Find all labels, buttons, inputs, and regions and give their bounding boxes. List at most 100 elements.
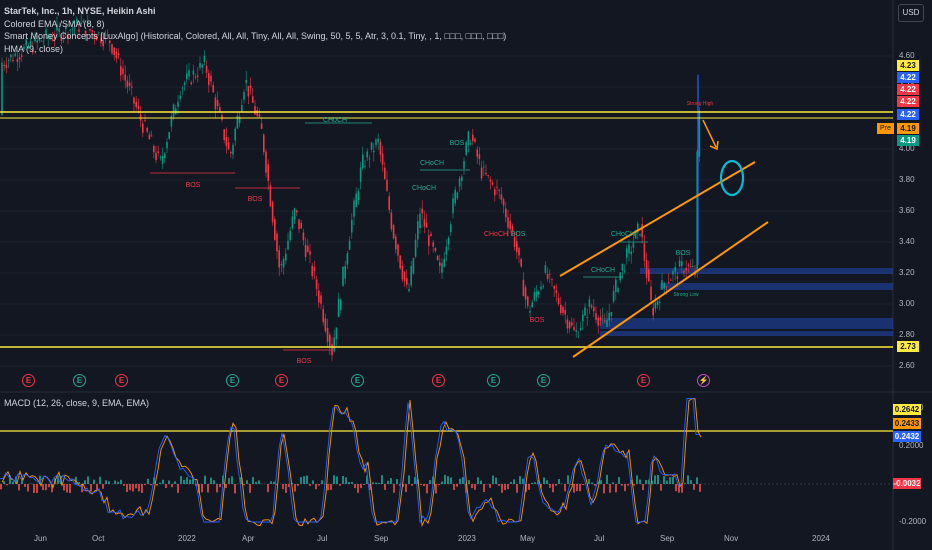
- macd-histogram-bar: [135, 484, 137, 489]
- price-badge: 4.19: [897, 123, 919, 134]
- earnings-icon[interactable]: E: [73, 374, 86, 387]
- macd-histogram-bar: [669, 477, 671, 484]
- candle-body: [148, 134, 151, 140]
- macd-histogram-bar: [531, 482, 533, 484]
- macd-histogram-bar: [117, 481, 119, 484]
- macd-histogram-bar: [186, 477, 188, 484]
- candle-body: [617, 288, 619, 293]
- candle-body: [397, 244, 399, 256]
- symbol-title[interactable]: StarTek, Inc., 1h, NYSE, Heikin Ashi: [4, 5, 506, 18]
- candle-body: [491, 182, 494, 185]
- macd-histogram-bar: [162, 479, 164, 484]
- macd-histogram-bar: [672, 477, 674, 484]
- macd-histogram-bar: [690, 480, 692, 484]
- candle-body: [249, 85, 252, 88]
- candle-body: [520, 259, 522, 267]
- candle-body: [278, 250, 280, 268]
- candle-body: [595, 313, 597, 321]
- candle-body: [667, 282, 670, 283]
- candle-body: [665, 286, 668, 288]
- candle-body: [320, 295, 322, 304]
- earnings-icon[interactable]: E: [432, 374, 445, 387]
- order-block: [640, 268, 893, 274]
- candle-body: [480, 167, 483, 179]
- macd-histogram-bar: [639, 479, 641, 484]
- smc-label: BOS: [530, 317, 545, 324]
- currency-button[interactable]: USD: [898, 4, 924, 22]
- chart-canvas[interactable]: BOSBOSBOSCHoCHCHoCHCHoCHBOSCHoCHCHoCHBOS…: [0, 0, 932, 550]
- candle-body: [227, 142, 230, 150]
- macd-badge: 0.2433: [893, 418, 921, 429]
- macd-histogram-bar: [588, 479, 590, 484]
- candle-body: [384, 167, 386, 180]
- earnings-icon[interactable]: E: [226, 374, 239, 387]
- candle-body: [626, 248, 628, 258]
- candle-body: [164, 153, 166, 159]
- candle-body: [337, 298, 340, 318]
- macd-histogram-bar: [174, 481, 176, 484]
- macd-histogram-bar: [381, 475, 383, 484]
- time-tick: 2022: [178, 534, 196, 543]
- chart-legend: StarTek, Inc., 1h, NYSE, Heikin Ashi Col…: [4, 5, 506, 55]
- macd-histogram-bar: [390, 478, 392, 484]
- macd-legend[interactable]: MACD (12, 26, close, 9, EMA, EMA): [4, 398, 149, 408]
- candle-body: [137, 105, 140, 110]
- candle-body: [212, 85, 214, 93]
- macd-histogram-bar: [558, 479, 560, 484]
- candle-body: [533, 292, 536, 300]
- candle-body: [487, 175, 489, 176]
- earnings-icon[interactable]: E: [537, 374, 550, 387]
- earnings-icon[interactable]: E: [115, 374, 128, 387]
- indicator-ema-sma[interactable]: Colored EMA /SMA (8, 8): [4, 18, 506, 31]
- macd-histogram-bar: [354, 484, 356, 489]
- macd-histogram-bar: [330, 484, 332, 490]
- earnings-icon[interactable]: E: [637, 374, 650, 387]
- candle-body: [126, 80, 129, 88]
- macd-histogram-bar: [462, 476, 464, 484]
- candle-body: [197, 75, 199, 77]
- candle-body: [131, 86, 133, 88]
- candle-body: [630, 251, 632, 255]
- dividend-icon[interactable]: ⚡: [697, 374, 710, 387]
- macd-histogram-bar: [459, 478, 461, 484]
- candle-body: [186, 73, 188, 80]
- price-badge: 4.22: [897, 109, 919, 120]
- macd-histogram-bar: [252, 477, 254, 484]
- price-tick: 3.20: [899, 268, 915, 277]
- candle-body: [406, 278, 408, 285]
- candle-body: [390, 212, 393, 230]
- smc-label: BOS: [511, 231, 526, 238]
- candle-body: [414, 239, 417, 257]
- macd-histogram-bar: [129, 484, 131, 491]
- candle-body: [672, 271, 674, 275]
- price-badge: 4.19: [897, 135, 919, 146]
- macd-badge: 0.2432: [893, 431, 921, 442]
- candle-body: [643, 243, 646, 261]
- candle-body: [395, 236, 397, 250]
- earnings-icon[interactable]: E: [275, 374, 288, 387]
- earnings-icon[interactable]: E: [487, 374, 500, 387]
- candle-body: [326, 328, 329, 342]
- candle-body: [172, 104, 175, 117]
- candle-body: [463, 160, 465, 169]
- macd-histogram-bar: [624, 484, 626, 492]
- indicator-smc[interactable]: Smart Money Concepts [LuxAlgo] (Historic…: [4, 30, 506, 43]
- indicator-hma[interactable]: HMA (9, close): [4, 43, 506, 56]
- smc-label: BOS: [297, 358, 312, 365]
- macd-histogram-bar: [522, 478, 524, 484]
- candle-body: [425, 222, 428, 228]
- earnings-icon[interactable]: E: [351, 374, 364, 387]
- candle-body: [362, 154, 364, 168]
- macd-histogram-bar: [396, 479, 398, 484]
- price-tick: 3.00: [899, 299, 915, 308]
- earnings-icon[interactable]: E: [22, 374, 35, 387]
- macd-histogram-bar: [420, 484, 422, 486]
- candle-body: [676, 276, 679, 279]
- smc-label: CHoCH: [484, 231, 508, 238]
- candle-body: [562, 307, 564, 313]
- macd-histogram-bar: [114, 480, 116, 484]
- candle-body: [150, 135, 153, 137]
- candle-body: [652, 307, 654, 316]
- time-tick: Oct: [92, 534, 105, 543]
- macd-histogram-bar: [270, 481, 272, 484]
